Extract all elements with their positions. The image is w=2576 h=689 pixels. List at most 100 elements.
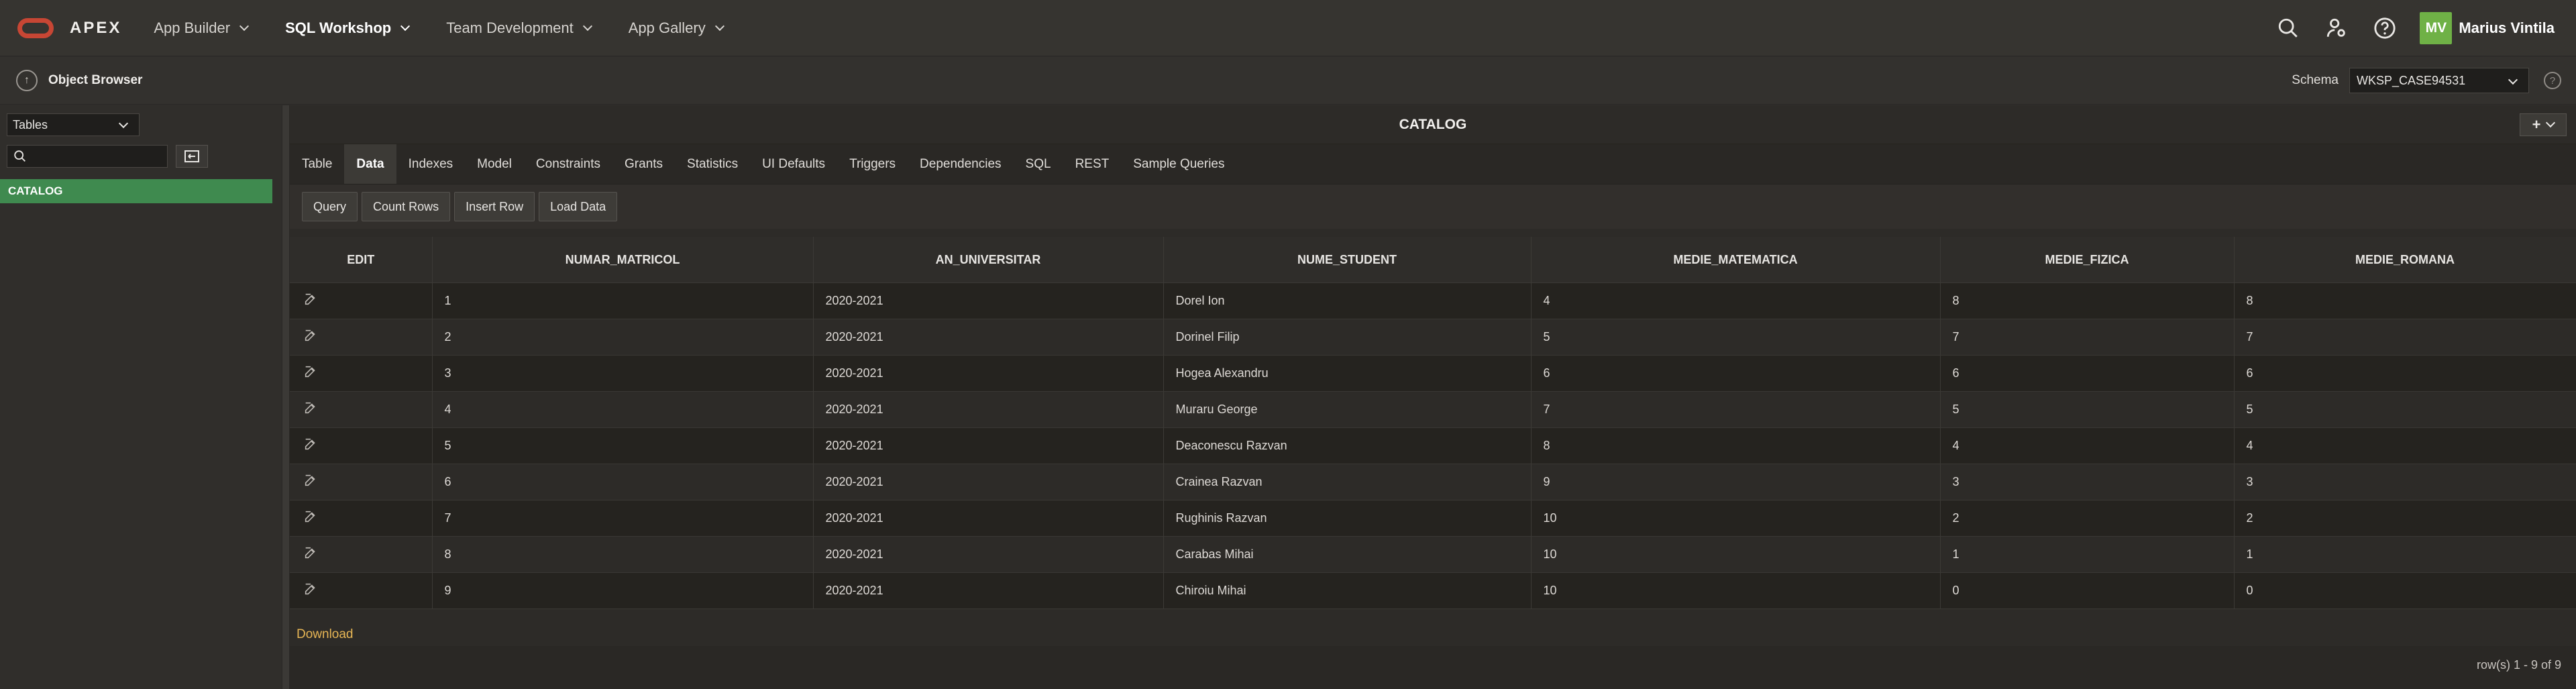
tab-data[interactable]: Data	[344, 144, 396, 184]
edit-cell	[290, 355, 433, 392]
table-row: 6 2020-2021 Crainea Razvan 9 3 3	[290, 464, 2576, 500]
tree-item-catalog[interactable]: CATALOG	[0, 179, 272, 203]
table-cell: Chiroiu Mihai	[1163, 572, 1532, 609]
column-header-medie-romana[interactable]: MEDIE_ROMANA	[2234, 237, 2576, 283]
data-toolbar: Query Count Rows Insert Row Load Data	[290, 184, 2576, 229]
download-link[interactable]: Download	[297, 627, 354, 642]
user-name[interactable]: Marius Vintila	[2459, 19, 2555, 37]
table-cell: Crainea Razvan	[1163, 464, 1532, 500]
table-cell: 4	[432, 391, 814, 428]
edit-icon[interactable]	[303, 547, 318, 563]
object-type-select[interactable]: Tables	[7, 113, 140, 136]
table-row: 5 2020-2021 Deaconescu Razvan 8 4 4	[290, 427, 2576, 464]
nav-label: SQL Workshop	[285, 19, 392, 36]
table-cell: 8	[432, 536, 814, 573]
table-row: 3 2020-2021 Hogea Alexandru 6 6 6	[290, 355, 2576, 392]
tab-table[interactable]: Table	[290, 144, 344, 184]
chevron-down-icon	[400, 21, 411, 32]
edit-icon[interactable]	[303, 438, 318, 454]
edit-icon[interactable]	[303, 402, 318, 418]
edit-icon[interactable]	[303, 474, 318, 490]
insert-row-button[interactable]: Insert Row	[454, 192, 535, 221]
nav-label: App Builder	[154, 19, 231, 36]
count-rows-button[interactable]: Count Rows	[362, 192, 451, 221]
nav-sql-workshop[interactable]: SQL Workshop	[285, 19, 411, 37]
help-icon[interactable]	[2371, 15, 2398, 42]
edit-icon[interactable]	[303, 366, 318, 382]
breadcrumb: ↑ Object Browser Schema WKSP_CASE94531 ?	[0, 57, 2576, 105]
table-cell: 8	[1940, 282, 2235, 319]
app-logo[interactable]: APEX	[17, 17, 122, 38]
edit-icon[interactable]	[303, 583, 318, 599]
column-header-an-universitar[interactable]: AN_UNIVERSITAR	[813, 237, 1164, 283]
load-data-button[interactable]: Load Data	[539, 192, 618, 221]
column-header-medie-fizica[interactable]: MEDIE_FIZICA	[1940, 237, 2235, 283]
schema-selector: Schema WKSP_CASE94531 ?	[2292, 68, 2561, 93]
schema-select[interactable]: WKSP_CASE94531	[2349, 68, 2529, 93]
table-cell: 9	[1531, 464, 1941, 500]
table-cell: 8	[2234, 282, 2576, 319]
column-header-numar-matricol[interactable]: NUMAR_MATRICOL	[432, 237, 814, 283]
tab-constraints[interactable]: Constraints	[524, 144, 612, 184]
grid-body: 1 2020-2021 Dorel Ion 4 8 8 2 2020-2021 Dorinel …	[290, 282, 2576, 609]
column-header-nume-student[interactable]: NUME_STUDENT	[1163, 237, 1532, 283]
tab-triggers[interactable]: Triggers	[837, 144, 908, 184]
table-cell: 6	[432, 464, 814, 500]
add-menu-button[interactable]: +	[2520, 113, 2567, 136]
query-button[interactable]: Query	[302, 192, 358, 221]
edit-cell	[290, 464, 433, 500]
tab-sample-queries[interactable]: Sample Queries	[1121, 144, 1236, 184]
table-cell: 1	[432, 282, 814, 319]
nav-app-gallery[interactable]: App Gallery	[629, 19, 724, 37]
edit-cell	[290, 500, 433, 537]
tab-rest[interactable]: REST	[1063, 144, 1122, 184]
tab-ui-defaults[interactable]: UI Defaults	[750, 144, 837, 184]
clear-filter-icon	[184, 150, 199, 162]
panel-splitter[interactable]	[282, 105, 290, 689]
table-row: 8 2020-2021 Carabas Mihai 10 1 1	[290, 536, 2576, 573]
nav-team-development[interactable]: Team Development	[446, 19, 592, 37]
table-cell: 4	[1531, 282, 1941, 319]
user-settings-icon[interactable]	[2323, 15, 2350, 42]
schema-label: Schema	[2292, 73, 2339, 87]
table-cell: Rughinis Razvan	[1163, 500, 1532, 537]
table-cell: Dorinel Filip	[1163, 319, 1532, 356]
table-cell: 5	[432, 427, 814, 464]
chevron-down-icon	[714, 21, 724, 32]
search-icon[interactable]	[2275, 15, 2302, 42]
edit-cell	[290, 319, 433, 356]
nav-app-builder[interactable]: App Builder	[154, 19, 250, 37]
table-cell: 2020-2021	[813, 427, 1164, 464]
data-grid: EDIT NUMAR_MATRICOL AN_UNIVERSITAR NUME_…	[290, 237, 2576, 609]
table-cell: Dorel Ion	[1163, 282, 1532, 319]
table-cell: Carabas Mihai	[1163, 536, 1532, 573]
top-navigation-bar: APEX App Builder SQL Workshop Team Devel…	[0, 0, 2576, 56]
avatar[interactable]: MV	[2420, 11, 2453, 44]
table-cell: 3	[1940, 464, 2235, 500]
edit-icon[interactable]	[303, 329, 318, 346]
table-cell: 7	[432, 500, 814, 537]
tab-dependencies[interactable]: Dependencies	[908, 144, 1013, 184]
tab-statistics[interactable]: Statistics	[675, 144, 750, 184]
chevron-down-icon	[118, 118, 129, 129]
edit-icon[interactable]	[303, 511, 318, 527]
edit-cell	[290, 536, 433, 573]
help-icon[interactable]: ?	[2544, 72, 2561, 89]
brand-name: APEX	[70, 18, 122, 37]
column-header-medie-matematica[interactable]: MEDIE_MATEMATICA	[1531, 237, 1941, 283]
tab-sql[interactable]: SQL	[1014, 144, 1063, 184]
filter-button[interactable]	[176, 145, 208, 168]
tab-indexes[interactable]: Indexes	[396, 144, 466, 184]
edit-icon[interactable]	[303, 293, 318, 309]
search-input[interactable]	[33, 148, 163, 164]
arrow-up-icon[interactable]: ↑	[16, 70, 38, 91]
tab-grants[interactable]: Grants	[612, 144, 675, 184]
object-search	[7, 145, 168, 168]
table-cell: 2020-2021	[813, 391, 1164, 428]
table-cell: 10	[1531, 536, 1941, 573]
main-content: CATALOG + Table Data Indexes Model Const…	[290, 105, 2576, 689]
table-cell: 2020-2021	[813, 572, 1164, 609]
table-row: 4 2020-2021 Muraru George 7 5 5	[290, 391, 2576, 428]
tab-model[interactable]: Model	[465, 144, 524, 184]
header-row: EDIT NUMAR_MATRICOL AN_UNIVERSITAR NUME_…	[290, 237, 2576, 283]
